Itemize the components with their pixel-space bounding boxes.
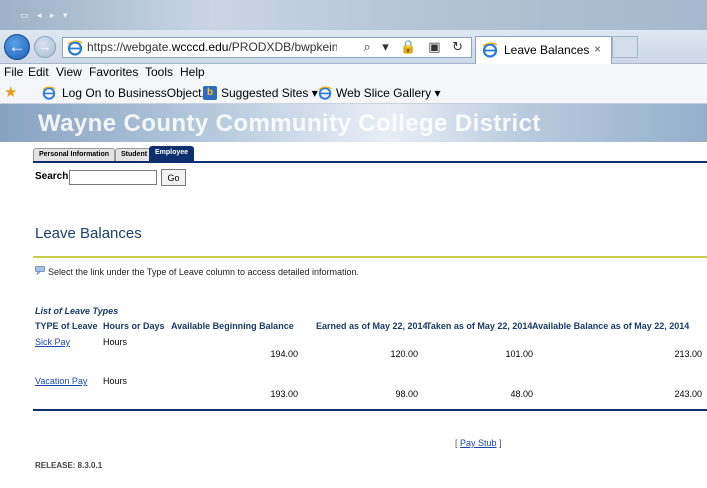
favorites-star-icon[interactable]: ★ <box>4 83 17 101</box>
search-input[interactable] <box>69 170 157 185</box>
available-balance: 213.00 <box>674 349 702 359</box>
pay-stub-link-wrapper: [ Pay Stub ] <box>455 438 502 448</box>
menu-favorites[interactable]: Favorites <box>89 65 138 79</box>
column-header-taken: Taken as of May 22, 2014 <box>426 321 533 331</box>
menu-view[interactable]: View <box>56 65 82 79</box>
taken-amount: 101.00 <box>505 349 533 359</box>
info-message-icon <box>35 266 45 275</box>
internet-explorer-icon <box>482 42 498 58</box>
internet-explorer-icon <box>67 40 83 56</box>
leave-unit: Hours <box>103 337 128 347</box>
window-titlebar: ▭ ◂ ▸ ▾ <box>0 0 707 30</box>
beginning-balance: 193.00 <box>270 389 298 399</box>
column-header-available-balance: Available Balance as of May 22, 2014 <box>532 321 690 331</box>
favorites-bar: ★ Log On to BusinessObject... b Suggeste… <box>0 82 707 104</box>
suggested-sites-icon: b <box>203 86 217 100</box>
table-bottom-divider <box>33 409 707 411</box>
pay-stub-link[interactable]: Pay Stub <box>460 438 497 448</box>
column-header-beginning-balance: Available Beginning Balance <box>171 321 294 331</box>
college-name: Wayne County Community College District <box>38 110 541 137</box>
forward-arrow-icon[interactable]: → <box>34 36 56 58</box>
address-bar[interactable]: https://webgate.wcccd.edu/PRODXDB/bwpkei… <box>62 37 472 58</box>
column-header-earned: Earned as of May 22, 2014 <box>316 321 428 331</box>
internet-explorer-icon <box>42 86 56 100</box>
search-label: Search <box>35 171 69 182</box>
menu-tools[interactable]: Tools <box>145 65 173 79</box>
menu-file[interactable]: File <box>4 65 23 79</box>
beginning-balance: 194.00 <box>270 349 298 359</box>
release-version: RELEASE: 8.3.0.1 <box>35 461 103 470</box>
favorite-suggested-sites-link[interactable]: Suggested Sites ▾ <box>221 86 318 100</box>
table-caption: List of Leave Types <box>35 306 119 316</box>
leave-type-link[interactable]: Vacation Pay <box>35 376 87 386</box>
earned-amount: 120.00 <box>390 349 418 359</box>
column-header-unit: Hours or Days <box>103 321 165 331</box>
title-divider <box>33 256 707 258</box>
close-tab-icon[interactable]: × <box>594 42 601 56</box>
tab-personal-information[interactable]: Personal Information <box>33 148 116 161</box>
tab-title: Leave Balances <box>504 43 590 57</box>
browser-navigation-bar: ← → https://webgate.wcccd.edu/PRODXDB/bw… <box>0 30 707 64</box>
menu-edit[interactable]: Edit <box>28 65 49 79</box>
address-url[interactable]: https://webgate.wcccd.edu/PRODXDB/bwpkei… <box>87 40 337 54</box>
college-banner: Wayne County Community College District <box>0 104 707 142</box>
go-button[interactable]: Go <box>161 169 186 186</box>
page-title: Leave Balances <box>35 225 142 242</box>
tab-student[interactable]: Student <box>115 148 154 161</box>
quick-access-toolbar-icons[interactable]: ▭ ◂ ▸ ▾ <box>20 10 71 21</box>
tab-employee[interactable]: Employee <box>149 146 195 161</box>
favorite-web-slice-gallery-link[interactable]: Web Slice Gallery ▾ <box>336 86 441 100</box>
info-message: Select the link under the Type of Leave … <box>48 267 360 277</box>
earned-amount: 98.00 <box>395 389 418 399</box>
back-arrow-icon[interactable]: ← <box>4 34 30 60</box>
internet-explorer-icon <box>318 86 332 100</box>
browser-tab-leave-balances[interactable]: Leave Balances × <box>475 36 612 64</box>
new-tab-button[interactable] <box>612 36 638 58</box>
menu-bar: File Edit View Favorites Tools Help <box>0 64 707 82</box>
tab-divider <box>33 161 707 163</box>
menu-help[interactable]: Help <box>180 65 205 79</box>
column-header-type: TYPE of Leave <box>35 321 98 331</box>
page-content: Wayne County Community College District … <box>0 104 707 488</box>
address-bar-tools-icons[interactable]: ⌕ ▾ 🔒 ▣ ↻ <box>363 39 467 55</box>
favorite-businessobjects-link[interactable]: Log On to BusinessObject... <box>62 86 211 100</box>
leave-type-link[interactable]: Sick Pay <box>35 337 70 347</box>
available-balance: 243.00 <box>674 389 702 399</box>
taken-amount: 48.00 <box>510 389 533 399</box>
leave-unit: Hours <box>103 376 128 386</box>
